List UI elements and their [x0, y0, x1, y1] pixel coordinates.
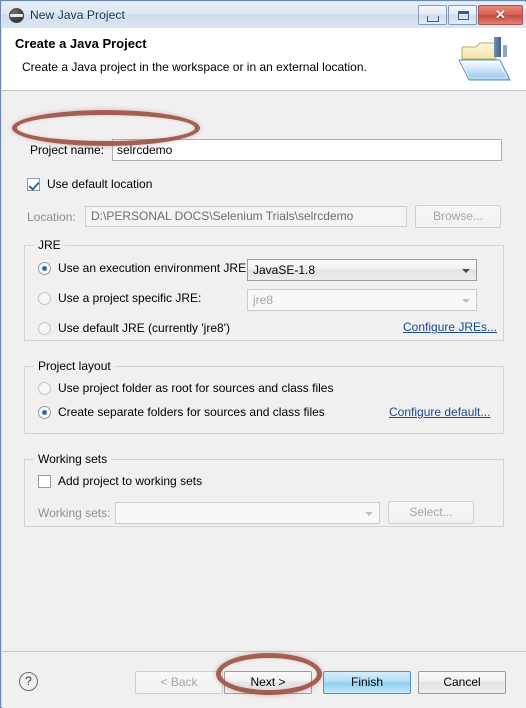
use-default-location-row[interactable]: Use default location: [27, 177, 152, 191]
minimize-icon: [427, 16, 439, 22]
finish-button[interactable]: Finish: [323, 671, 411, 694]
project-specific-jre-value: jre8: [253, 293, 274, 307]
working-sets-row: Working sets: Select...: [38, 501, 474, 524]
jre-default-label: Use default JRE (currently 'jre8'): [58, 321, 230, 335]
new-java-project-dialog: New Java Project ✕ Create a Java Project…: [0, 0, 526, 708]
close-icon: ✕: [495, 7, 506, 22]
layout-project-folder-radio[interactable]: [38, 381, 51, 395]
execution-environment-value: JavaSE-1.8: [253, 263, 316, 277]
maximize-button[interactable]: [448, 5, 477, 25]
dialog-body: Create a Java Project Create a Java proj…: [2, 28, 526, 708]
project-name-row: Project name:: [2, 139, 526, 161]
dialog-footer: ? < Back Next > Finish Cancel: [2, 652, 526, 708]
minimize-button[interactable]: [418, 5, 447, 25]
page-subtitle: Create a Java project in the workspace o…: [22, 60, 367, 74]
project-name-label: Project name:: [30, 143, 105, 157]
back-button: < Back: [135, 671, 223, 694]
working-sets-group: Working sets Add project to working sets…: [24, 452, 504, 527]
add-project-to-working-sets-row[interactable]: Add project to working sets: [38, 474, 202, 488]
page-title: Create a Java Project: [15, 36, 147, 51]
configure-default-link[interactable]: Configure default...: [389, 405, 490, 419]
location-label: Location:: [27, 209, 76, 224]
jre-execution-environment-radio[interactable]: [38, 261, 51, 275]
chevron-down-icon: [462, 269, 470, 273]
use-default-location-checkbox[interactable]: [27, 177, 40, 191]
layout-separate-folders-radio[interactable]: [38, 405, 51, 419]
layout-option-separate-folders[interactable]: Create separate folders for sources and …: [38, 405, 325, 419]
jre-project-specific-radio[interactable]: [38, 291, 51, 305]
jre-group: JRE Use an execution environment JRE: Ja…: [24, 238, 504, 341]
maximize-icon: [458, 11, 469, 20]
project-name-input[interactable]: [112, 139, 502, 161]
layout-separate-folders-label: Create separate folders for sources and …: [58, 405, 325, 419]
chevron-down-icon: [462, 299, 470, 303]
add-project-to-working-sets-checkbox[interactable]: [38, 474, 51, 488]
wizard-banner: Create a Java Project Create a Java proj…: [2, 28, 526, 91]
window-title: New Java Project: [30, 8, 125, 22]
project-layout-group: Project layout Use project folder as roo…: [24, 359, 504, 434]
browse-button: Browse...: [415, 205, 501, 228]
project-specific-jre-combo: jre8: [247, 289, 477, 311]
project-layout-group-title: Project layout: [34, 359, 115, 373]
add-project-to-working-sets-label: Add project to working sets: [58, 474, 203, 488]
jre-group-title: JRE: [34, 238, 65, 252]
working-sets-combo: [115, 501, 380, 524]
window-controls: ✕: [418, 5, 523, 25]
working-sets-group-title: Working sets: [34, 452, 112, 466]
execution-environment-combo[interactable]: JavaSE-1.8: [247, 259, 477, 281]
chevron-down-icon: [365, 511, 373, 516]
jre-project-specific-label: Use a project specific JRE:: [58, 291, 202, 305]
layout-project-folder-label: Use project folder as root for sources a…: [58, 381, 334, 395]
jre-option-execution-environment[interactable]: Use an execution environment JRE:: [38, 261, 249, 275]
help-icon[interactable]: ?: [19, 672, 38, 691]
java-project-wizard-icon: [456, 33, 514, 85]
window-frame: New Java Project ✕ Create a Java Project…: [0, 0, 526, 708]
jre-execution-environment-label: Use an execution environment JRE:: [58, 261, 250, 275]
working-sets-label: Working sets:: [38, 505, 111, 520]
jre-default-radio[interactable]: [38, 321, 51, 335]
layout-option-project-folder-root[interactable]: Use project folder as root for sources a…: [38, 381, 333, 395]
next-button[interactable]: Next >: [224, 671, 312, 694]
eclipse-icon: [9, 7, 24, 23]
title-bar: New Java Project ✕: [2, 2, 526, 28]
jre-option-project-specific[interactable]: Use a project specific JRE:: [38, 291, 201, 305]
location-input: D:\PERSONAL DOCS\Selenium Trials\selrcde…: [85, 206, 407, 227]
select-working-sets-button: Select...: [388, 501, 474, 524]
dialog-content: Project name: Use default location Locat…: [2, 91, 526, 651]
configure-jres-link[interactable]: Configure JREs...: [403, 320, 497, 334]
jre-option-default[interactable]: Use default JRE (currently 'jre8'): [38, 321, 230, 335]
use-default-location-label: Use default location: [47, 177, 153, 191]
close-button[interactable]: ✕: [478, 5, 523, 25]
cancel-button[interactable]: Cancel: [418, 671, 506, 694]
location-row: Location: D:\PERSONAL DOCS\Selenium Tria…: [27, 205, 501, 228]
